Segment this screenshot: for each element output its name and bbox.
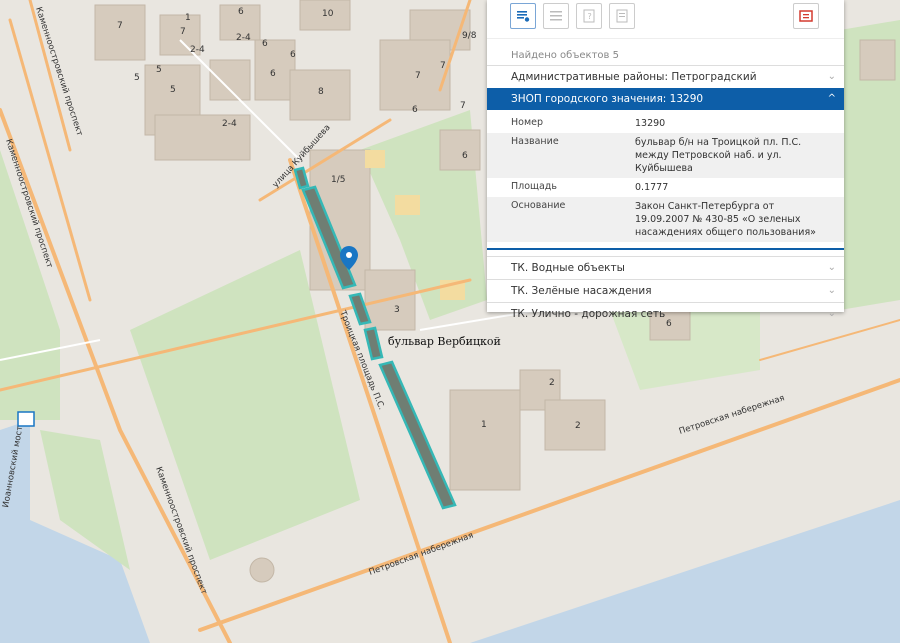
info-view-button[interactable]: ? <box>576 3 602 29</box>
chevron-down-icon: ⌄ <box>827 285 836 296</box>
report-button[interactable] <box>793 3 819 29</box>
house-number: 3 <box>394 305 400 315</box>
house-number: 6 <box>238 7 244 17</box>
house-number: 1/5 <box>331 175 345 185</box>
row-label: ТК. Улично - дорожная сеть <box>511 308 666 320</box>
house-number: 5 <box>170 85 176 95</box>
table-view-button[interactable] <box>543 3 569 29</box>
report-icon <box>799 10 813 22</box>
row-label: ТК. Водные объекты <box>511 262 625 274</box>
row-water-objects[interactable]: ТК. Водные объекты ⌄ <box>487 256 844 279</box>
house-number: 2-4 <box>236 33 251 43</box>
detail-label: Основание <box>511 200 566 211</box>
house-number: 6 <box>462 151 468 161</box>
house-number: 8 <box>318 87 324 97</box>
info-icon: ? <box>583 9 595 23</box>
table-view-icon <box>550 11 562 21</box>
house-number: 7 <box>460 101 466 111</box>
row-label: Административные районы: Петроградский <box>511 71 757 83</box>
house-number: 5 <box>156 65 162 75</box>
detail-row-area: Площадь 0.1777 <box>487 178 844 197</box>
row-znop[interactable]: ЗНОП городского значения: 13290 ^ <box>487 88 844 110</box>
house-number: 7 <box>117 21 123 31</box>
panel-toolbar: ? <box>487 0 844 39</box>
svg-text:?: ? <box>588 12 592 21</box>
chevron-down-icon: ⌄ <box>827 262 836 273</box>
house-number: 1 <box>185 13 191 23</box>
house-number: 6 <box>262 39 268 49</box>
house-number: 6 <box>290 50 296 60</box>
detail-row-number: Номер 13290 <box>487 114 844 133</box>
list-view-icon <box>517 11 530 22</box>
info-panel: ? Найдено объектов 5 Административные ра… <box>487 0 844 320</box>
found-count: Найдено объектов 5 <box>511 50 619 61</box>
house-number: 2 <box>575 421 581 431</box>
house-number: 2-4 <box>190 45 205 55</box>
detail-value: бульвар б/н на Троицкой пл. П.С. между П… <box>635 137 802 174</box>
document-icon <box>616 9 628 23</box>
detail-label: Номер <box>511 117 543 128</box>
row-road-network[interactable]: ТК. Улично - дорожная сеть ⌄ <box>487 302 844 325</box>
detail-label: Площадь <box>511 181 557 192</box>
detail-value: Закон Санкт-Петербурга от 19.09.2007 № 4… <box>635 201 816 238</box>
house-number: 6 <box>270 69 276 79</box>
chevron-down-icon: ⌄ <box>827 71 836 82</box>
document-view-button[interactable] <box>609 3 635 29</box>
feature-label: бульвар Вербицкой <box>388 335 501 348</box>
chevron-down-icon: ⌄ <box>827 308 836 319</box>
house-number: 10 <box>322 9 334 19</box>
chevron-up-icon: ^ <box>827 93 836 104</box>
row-green-spaces[interactable]: ТК. Зелёные насаждения ⌄ <box>487 279 844 302</box>
row-admin-districts[interactable]: Административные районы: Петроградский ⌄ <box>487 65 844 88</box>
detail-row-name: Название бульвар б/н на Троицкой пл. П.С… <box>487 133 844 178</box>
house-number: 5 <box>134 73 140 83</box>
house-number: 9/8 <box>462 31 477 41</box>
detail-value: 0.1777 <box>635 182 669 193</box>
house-number: 2-4 <box>222 119 237 129</box>
detail-value: 13290 <box>635 118 666 129</box>
house-number: 1 <box>481 420 487 430</box>
house-number: 7 <box>415 71 421 81</box>
znop-details: Номер 13290 Название бульвар б/н на Трои… <box>487 110 844 250</box>
house-number: 7 <box>440 61 446 71</box>
detail-label: Название <box>511 136 559 147</box>
house-number: 2 <box>549 378 555 388</box>
house-number: 7 <box>180 27 186 37</box>
detail-row-basis: Основание Закон Санкт-Петербурга от 19.0… <box>487 197 844 242</box>
row-label: ТК. Зелёные насаждения <box>511 285 652 297</box>
list-view-button[interactable] <box>510 3 536 29</box>
house-number: 6 <box>412 105 418 115</box>
row-label: ЗНОП городского значения: 13290 <box>511 93 704 105</box>
